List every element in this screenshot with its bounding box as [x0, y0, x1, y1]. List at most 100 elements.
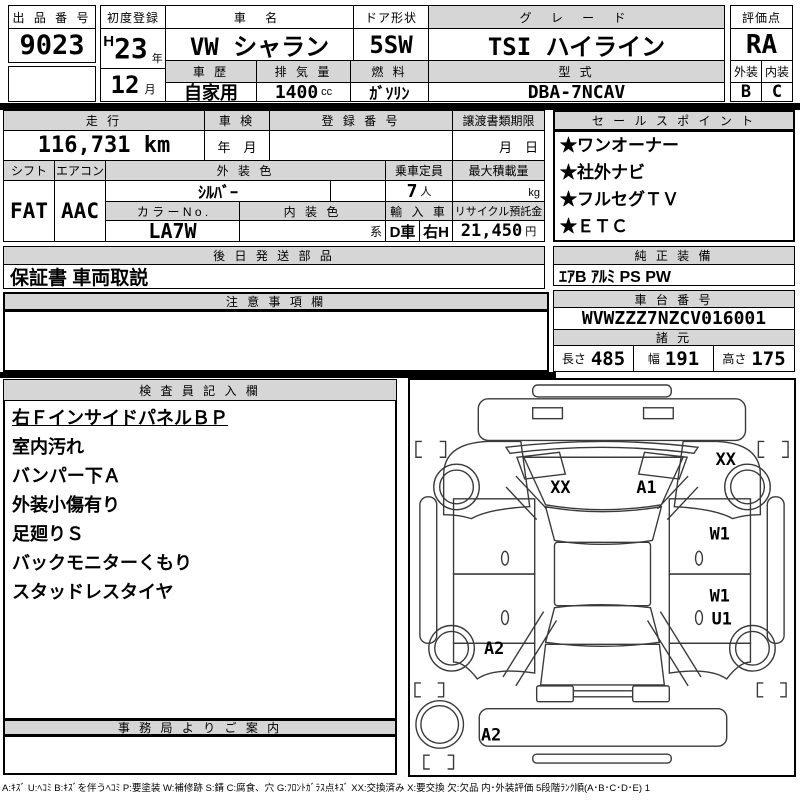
oem-equipment-value: ｴｱB ｱﾙﾐ PS PW	[553, 264, 795, 286]
mileage-value: 116,731 km	[3, 130, 205, 161]
sales-point-item: ★ワンオーナー	[555, 132, 793, 159]
reg-month: 12	[111, 71, 140, 99]
lot-number-header: 出 品 番 号	[8, 5, 96, 29]
rear-lower-strip-shape	[533, 754, 672, 763]
car-damage-diagram: XX A1 XX W1 W1 U1 A2 A2	[410, 380, 794, 775]
score-value: RA	[730, 28, 793, 61]
damage-code-hood-left: XX	[550, 477, 570, 497]
door-handle-left-rear	[502, 611, 509, 625]
front-clip-shape	[478, 399, 745, 441]
length-value: 485	[591, 348, 625, 370]
front-wheel-right	[725, 464, 771, 510]
length-label: 長さ	[562, 350, 586, 367]
shift-header: シフト	[3, 160, 55, 181]
inspection-header: 車 検	[204, 110, 270, 131]
rear-wheel-right	[730, 626, 776, 672]
headlight-right-shape	[644, 408, 674, 419]
door-handle-right-rear	[696, 611, 703, 625]
exterior-color-value: ｼﾙﾊﾞｰ	[105, 180, 331, 202]
spec-length-cell: 長さ 485	[553, 345, 634, 372]
displacement-header: 排 気 量	[256, 60, 351, 83]
interior-color-header: 内 装 色	[239, 201, 386, 221]
shift-value: FAT	[3, 180, 55, 242]
c-pillar-right-lines	[648, 612, 701, 686]
bracket-rear-right	[757, 683, 786, 697]
exterior-color-sub-cell	[330, 180, 386, 202]
inspector-note-line: 室内汚れ	[4, 433, 394, 462]
headlight-left-shape	[533, 408, 563, 419]
separator-band-top	[0, 103, 800, 110]
sill-right-shape	[767, 497, 784, 643]
sales-points-header: セ ー ル ス ポ イ ン ト	[553, 110, 795, 131]
notes-body	[3, 310, 549, 372]
capacity-number: 7	[407, 181, 418, 202]
damage-code-fender-right: XX	[716, 449, 736, 469]
inspector-note-line: 足廻りＳ	[4, 520, 394, 549]
max-load-header: 最大積載量	[452, 160, 545, 181]
rear-bumper-shape	[479, 709, 726, 747]
transfer-deadline-header: 譲渡書類期限	[452, 110, 545, 131]
aircon-header: エアコン	[54, 160, 106, 181]
chassis-number-value: WVWZZZ7NZCV016001	[553, 307, 795, 330]
damage-code-rear-bumper: A2	[481, 724, 501, 744]
lot-empty-box	[8, 66, 96, 102]
interior-grade-header: 内装	[761, 60, 793, 83]
office-notice-header: 事 務 局 よ り ご 案 内	[3, 719, 397, 736]
model-code-value: DBA-7NCAV	[428, 82, 725, 102]
capacity-value: 7人	[385, 180, 453, 202]
door-shape-header: ドア形状	[353, 5, 429, 29]
transfer-deadline-value: 月 日	[452, 130, 545, 161]
import-d-value: D車	[385, 220, 420, 242]
inspector-note-line: バックモニターくもり	[4, 549, 394, 578]
sill-left-shape	[420, 497, 437, 643]
car-name-value: VW シャラン	[165, 28, 354, 61]
rear-door-left-shape	[454, 574, 535, 643]
inspector-header: 検 査 員 記 入 欄	[3, 379, 397, 401]
door-handle-right-front	[696, 551, 703, 565]
rear-wheel-left-inner	[435, 631, 469, 665]
damage-code-front-door-right: W1	[710, 523, 730, 543]
displacement-unit: cc	[321, 86, 332, 98]
quarter-panel-right-shape	[669, 643, 750, 679]
taillight-bar-shape	[573, 691, 632, 697]
specs-header: 諸 元	[553, 329, 795, 346]
front-bumper-shape	[533, 385, 672, 397]
lot-number-value: 9023	[8, 28, 96, 63]
inspector-note-line: 外装小傷有り	[4, 491, 394, 520]
cowl-shape	[506, 441, 698, 453]
later-parts-value: 保証書 車両取説	[3, 264, 545, 289]
door-handle-left-front	[502, 551, 509, 565]
c-pillar-left-lines	[503, 612, 556, 686]
car-name-header: 車 名	[165, 5, 354, 29]
windshield-shape	[546, 507, 662, 545]
recycle-deposit-header: リサイクル預託金	[452, 201, 545, 221]
damage-code-rear-door-right-w: W1	[710, 586, 730, 606]
damage-diagram-box: XX A1 XX W1 W1 U1 A2 A2	[408, 378, 796, 777]
inspection-value: 年 月	[204, 130, 270, 161]
interior-color-value: 系	[239, 220, 386, 242]
rear-door-right-shape	[669, 574, 750, 643]
damage-code-quarter-left: A2	[484, 638, 504, 658]
front-wheel-left	[434, 464, 480, 510]
capacity-header: 乗車定員	[385, 160, 453, 181]
roof-shape	[554, 542, 650, 605]
rear-wheel-left	[429, 626, 475, 672]
month-unit: 月	[144, 81, 155, 97]
registration-number-value	[269, 130, 453, 161]
score-header: 評価点	[730, 5, 793, 29]
max-load-value: kg	[452, 180, 545, 202]
front-door-left-shape	[454, 499, 535, 574]
inspector-note-line: 右ＦインサイドパネルＢＰ	[4, 404, 394, 433]
tailgate-shape	[541, 644, 665, 685]
grade-header: グ レ ー ド	[428, 5, 725, 29]
color-no-value: LA7W	[105, 220, 240, 242]
exterior-grade-value: B	[730, 82, 762, 102]
grade-value: TSI ハイライン	[428, 28, 725, 61]
inspector-note-line: スタッドレスタイヤ	[4, 578, 394, 607]
sales-point-item: ★社外ナビ	[555, 159, 793, 186]
exterior-grade-header: 外装	[730, 60, 762, 83]
taillight-right-shape	[633, 686, 670, 702]
width-label: 幅	[648, 350, 660, 367]
notes-header: 注 意 事 項 欄	[3, 292, 549, 311]
displacement-number: 1400	[275, 82, 318, 103]
